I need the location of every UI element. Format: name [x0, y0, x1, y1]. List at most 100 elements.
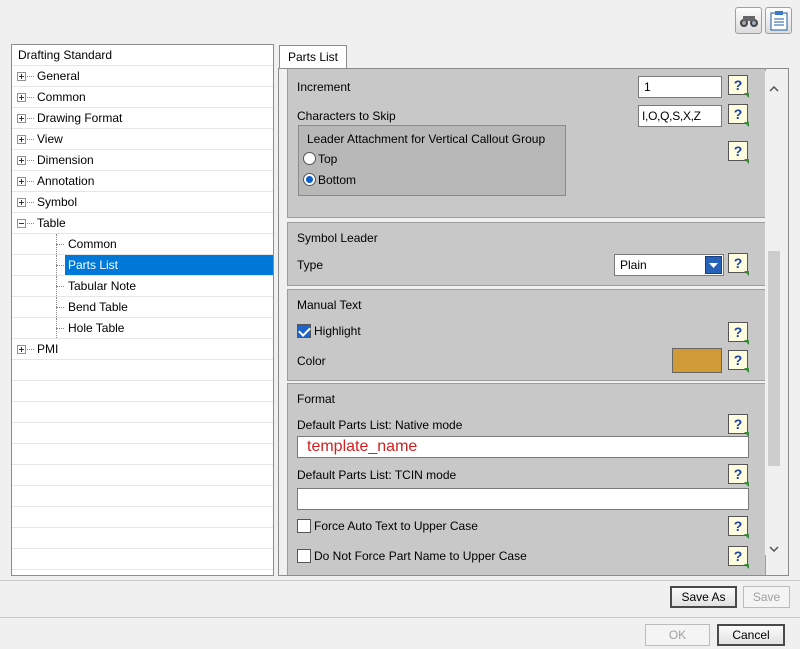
chevron-down-icon[interactable]	[769, 541, 779, 555]
type-select-value: Plain	[620, 258, 647, 272]
increment-label: Increment	[297, 80, 351, 94]
help-icon[interactable]: ?	[728, 104, 749, 127]
radio-bottom[interactable]: Bottom	[303, 173, 356, 187]
help-icon[interactable]: ?	[728, 516, 749, 539]
tree-item[interactable]: Table	[12, 213, 273, 234]
tree-item[interactable]: Dimension	[12, 150, 273, 171]
settings-tree: Drafting Standard General Common Drawing F…	[11, 44, 274, 576]
tree-connector	[27, 118, 34, 119]
tree-connector	[56, 328, 64, 329]
collapse-icon[interactable]	[17, 219, 26, 228]
tree-item[interactable]: Hole Table	[12, 318, 273, 339]
numbering-section: Increment 1 ? Characters to Skip I,O,Q,S…	[287, 69, 766, 218]
tab-parts-list[interactable]: Parts List	[279, 45, 348, 69]
tree-connector	[27, 97, 34, 98]
tree-item[interactable]: Bend Table	[12, 297, 273, 318]
expand-icon[interactable]	[17, 93, 26, 102]
tree-empty-row	[12, 507, 273, 528]
binoculars-icon[interactable]	[735, 7, 762, 34]
tree-item[interactable]: View	[12, 129, 273, 150]
tree-item[interactable]: Parts List	[12, 255, 273, 276]
radio-bottom-button[interactable]	[303, 173, 316, 186]
chevron-up-icon[interactable]	[769, 81, 779, 95]
tree-empty-row	[12, 465, 273, 486]
panel-scrollbar[interactable]	[765, 71, 782, 555]
native-mode-label: Default Parts List: Native mode	[297, 418, 463, 432]
tree-item[interactable]: Common	[12, 87, 273, 108]
expand-icon[interactable]	[17, 114, 26, 123]
top-toolbar	[735, 7, 792, 34]
expand-icon[interactable]	[17, 72, 26, 81]
tree-empty-row	[12, 549, 273, 570]
leader-attachment-group: Leader Attachment for Vertical Callout G…	[298, 125, 566, 196]
leader-attachment-title: Leader Attachment for Vertical Callout G…	[307, 132, 546, 146]
separator	[0, 617, 800, 618]
tree-empty-row	[12, 381, 273, 402]
help-icon[interactable]: ?	[728, 253, 749, 276]
tree-item[interactable]: Drawing Format	[12, 108, 273, 129]
help-icon[interactable]: ?	[728, 350, 749, 373]
tree-item-label: Bend Table	[68, 300, 128, 314]
save-button[interactable]: Save	[743, 586, 790, 608]
tree-item[interactable]: Symbol	[12, 192, 273, 213]
highlight-checkbox[interactable]	[297, 324, 311, 338]
tree-item-label: PMI	[37, 342, 59, 356]
tree-item-label: Hole Table	[68, 321, 125, 335]
characters-to-skip-label: Characters to Skip	[297, 109, 396, 123]
force-upper-label: Force Auto Text to Upper Case	[314, 519, 478, 533]
tree-empty-row	[12, 486, 273, 507]
manual-text-title: Manual Text	[297, 298, 362, 312]
not-force-part-row[interactable]: Do Not Force Part Name to Upper Case	[297, 549, 527, 563]
tree-item[interactable]: Tabular Note	[12, 276, 273, 297]
radio-top-button[interactable]	[303, 152, 316, 165]
help-icon[interactable]: ?	[728, 322, 749, 345]
color-label: Color	[297, 354, 326, 368]
force-upper-checkbox[interactable]	[297, 519, 311, 533]
tree-item[interactable]: Annotation	[12, 171, 273, 192]
highlight-checkbox-row[interactable]: Highlight	[297, 324, 361, 338]
tree-connector	[27, 76, 34, 77]
tree-item-label: Annotation	[37, 174, 95, 188]
help-icon[interactable]: ?	[728, 546, 749, 569]
expand-icon[interactable]	[17, 177, 26, 186]
tree-item[interactable]: PMI	[12, 339, 273, 360]
force-upper-row[interactable]: Force Auto Text to Upper Case	[297, 519, 478, 533]
tree-item-label: Drawing Format	[37, 111, 123, 125]
symbol-leader-section: Symbol Leader Type Plain ?	[287, 222, 766, 286]
clipboard-list-icon[interactable]	[765, 7, 792, 34]
save-as-button[interactable]: Save As	[670, 586, 737, 608]
scrollbar-thumb[interactable]	[768, 251, 780, 466]
tree-header: Drafting Standard	[12, 45, 273, 66]
tree-item[interactable]: Common	[12, 234, 273, 255]
tree-item-label: Tabular Note	[68, 279, 137, 293]
expand-icon[interactable]	[17, 135, 26, 144]
ok-button[interactable]: OK	[645, 624, 710, 646]
not-force-part-checkbox[interactable]	[297, 549, 311, 563]
radio-top[interactable]: Top	[303, 152, 337, 166]
increment-input[interactable]: 1	[638, 76, 722, 98]
help-icon[interactable]: ?	[728, 414, 749, 437]
characters-to-skip-input[interactable]: I,O,Q,S,X,Z	[638, 105, 722, 127]
chevron-down-icon[interactable]	[705, 256, 722, 274]
native-mode-input[interactable]: template_name	[297, 436, 749, 458]
radio-top-label: Top	[318, 152, 338, 166]
help-icon[interactable]: ?	[728, 75, 749, 98]
cancel-button[interactable]: Cancel	[717, 624, 785, 646]
tree-empty-row	[12, 423, 273, 444]
tree-connector	[27, 223, 34, 224]
color-swatch[interactable]	[672, 348, 722, 373]
tree-item-label: View	[37, 132, 63, 146]
help-icon[interactable]: ?	[728, 464, 749, 487]
expand-icon[interactable]	[17, 198, 26, 207]
tree-item[interactable]: General	[12, 66, 273, 87]
type-select[interactable]: Plain	[614, 254, 724, 276]
expand-icon[interactable]	[17, 156, 26, 165]
help-icon[interactable]: ?	[728, 141, 749, 164]
tree-item-label: Table	[37, 216, 66, 230]
tcin-mode-input[interactable]	[297, 488, 749, 510]
radio-bottom-label: Bottom	[318, 173, 357, 187]
tree-item-label: Common	[37, 90, 86, 104]
parts-list-panel: Increment 1 ? Characters to Skip I,O,Q,S…	[278, 68, 789, 576]
tree-empty-row	[12, 444, 273, 465]
expand-icon[interactable]	[17, 345, 26, 354]
